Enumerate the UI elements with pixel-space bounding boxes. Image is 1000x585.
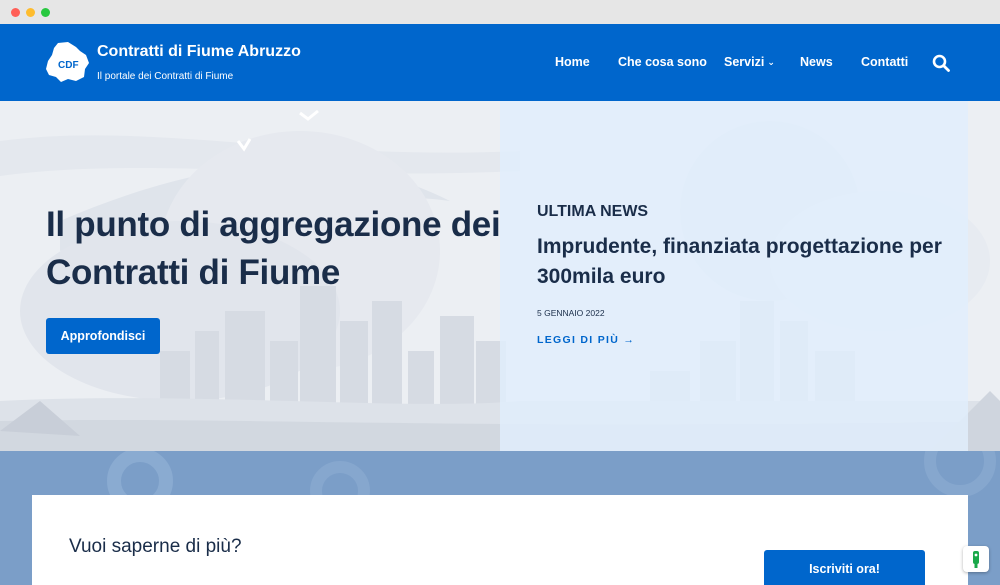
nav-contatti[interactable]: Contatti bbox=[861, 55, 908, 69]
window-close-dot[interactable] bbox=[11, 8, 20, 17]
nav-servizi[interactable]: Servizi ⌄ bbox=[724, 55, 775, 69]
read-more-link[interactable]: LEGGI DI PIÙ → bbox=[537, 334, 635, 346]
hero-title: Il punto di aggregazione dei Contratti d… bbox=[46, 205, 501, 292]
site-tagline: Il portale dei Contratti di Fiume bbox=[97, 71, 234, 82]
hero-section: Il punto di aggregazione dei Contratti d… bbox=[0, 101, 1000, 451]
nav-news[interactable]: News bbox=[800, 55, 833, 69]
site-header: CDF Contratti di Fiume Abruzzo Il portal… bbox=[0, 24, 1000, 101]
nav-home[interactable]: Home bbox=[555, 55, 590, 69]
newsletter-card: Vuoi saperne di più? Iscriviti ora! bbox=[32, 495, 968, 585]
cta-heading: Vuoi saperne di più? bbox=[69, 536, 242, 557]
window-minimize-dot[interactable] bbox=[26, 8, 35, 17]
search-icon[interactable] bbox=[932, 54, 950, 72]
latest-news-panel: ULTIMA NEWS Imprudente, finanziata proge… bbox=[500, 101, 968, 451]
browser-chrome bbox=[0, 0, 1000, 24]
news-kicker: ULTIMA NEWS bbox=[537, 203, 649, 220]
chevron-down-icon: ⌄ bbox=[767, 57, 775, 67]
accessibility-icon bbox=[973, 551, 979, 568]
iscriviti-button[interactable]: Iscriviti ora! bbox=[764, 550, 925, 585]
news-title[interactable]: Imprudente, finanziata progettazione per… bbox=[537, 232, 947, 292]
newsletter-band: Vuoi saperne di più? Iscriviti ora! bbox=[0, 451, 1000, 585]
approfondisci-button[interactable]: Approfondisci bbox=[46, 318, 160, 354]
logo-text: CDF bbox=[58, 60, 79, 71]
site-title[interactable]: Contratti di Fiume Abruzzo bbox=[97, 43, 301, 61]
window-maximize-dot[interactable] bbox=[41, 8, 50, 17]
nav-che-cosa-sono[interactable]: Che cosa sono bbox=[618, 55, 707, 69]
floating-action-button[interactable] bbox=[963, 546, 989, 572]
news-date: 5 GENNAIO 2022 bbox=[537, 308, 605, 318]
nav-servizi-label: Servizi bbox=[724, 55, 765, 69]
abruzzo-map-logo[interactable]: CDF bbox=[44, 41, 90, 83]
